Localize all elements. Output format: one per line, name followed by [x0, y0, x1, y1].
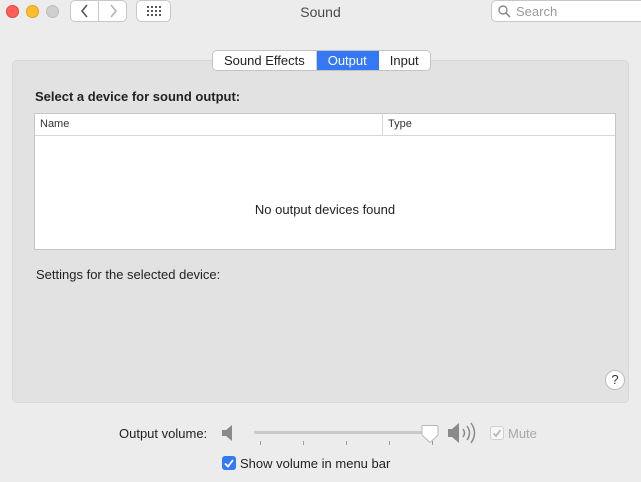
- tab-sound-effects[interactable]: Sound Effects: [213, 51, 317, 70]
- empty-message: No output devices found: [254, 202, 396, 217]
- show-volume-label: Show volume in menu bar: [240, 456, 391, 471]
- title-bar: Sound: [0, 0, 641, 24]
- show-volume-checkbox[interactable]: [222, 456, 236, 470]
- mute-checkbox[interactable]: [490, 426, 504, 440]
- speaker-high-icon: [448, 422, 476, 444]
- volume-slider-thumb[interactable]: [421, 424, 439, 444]
- slider-tick: [389, 441, 390, 445]
- settings-label: Settings for the selected device:: [36, 267, 221, 282]
- speaker-low-icon: [222, 425, 232, 441]
- mute-label: Mute: [508, 426, 537, 441]
- column-header-type[interactable]: Type: [383, 114, 615, 135]
- slider-tick: [346, 441, 347, 445]
- checkmark-icon: [224, 459, 234, 468]
- output-volume-label: Output volume:: [119, 426, 208, 441]
- help-button[interactable]: ?: [605, 370, 625, 390]
- search-field[interactable]: [491, 0, 641, 22]
- output-device-table[interactable]: Name Type No output devices found: [34, 113, 616, 250]
- tab-bar: Sound Effects Output Input: [212, 50, 431, 71]
- slider-tick: [303, 441, 304, 445]
- tab-output[interactable]: Output: [316, 51, 379, 70]
- search-icon: [498, 4, 511, 18]
- search-input[interactable]: [516, 3, 626, 19]
- section-title: Select a device for sound output:: [35, 89, 241, 104]
- slider-tick: [260, 441, 261, 445]
- checkmark-icon: [492, 429, 502, 438]
- volume-slider-track[interactable]: [254, 431, 434, 434]
- tab-input[interactable]: Input: [378, 51, 430, 70]
- column-header-name[interactable]: Name: [35, 114, 383, 135]
- table-header: Name Type: [35, 114, 615, 136]
